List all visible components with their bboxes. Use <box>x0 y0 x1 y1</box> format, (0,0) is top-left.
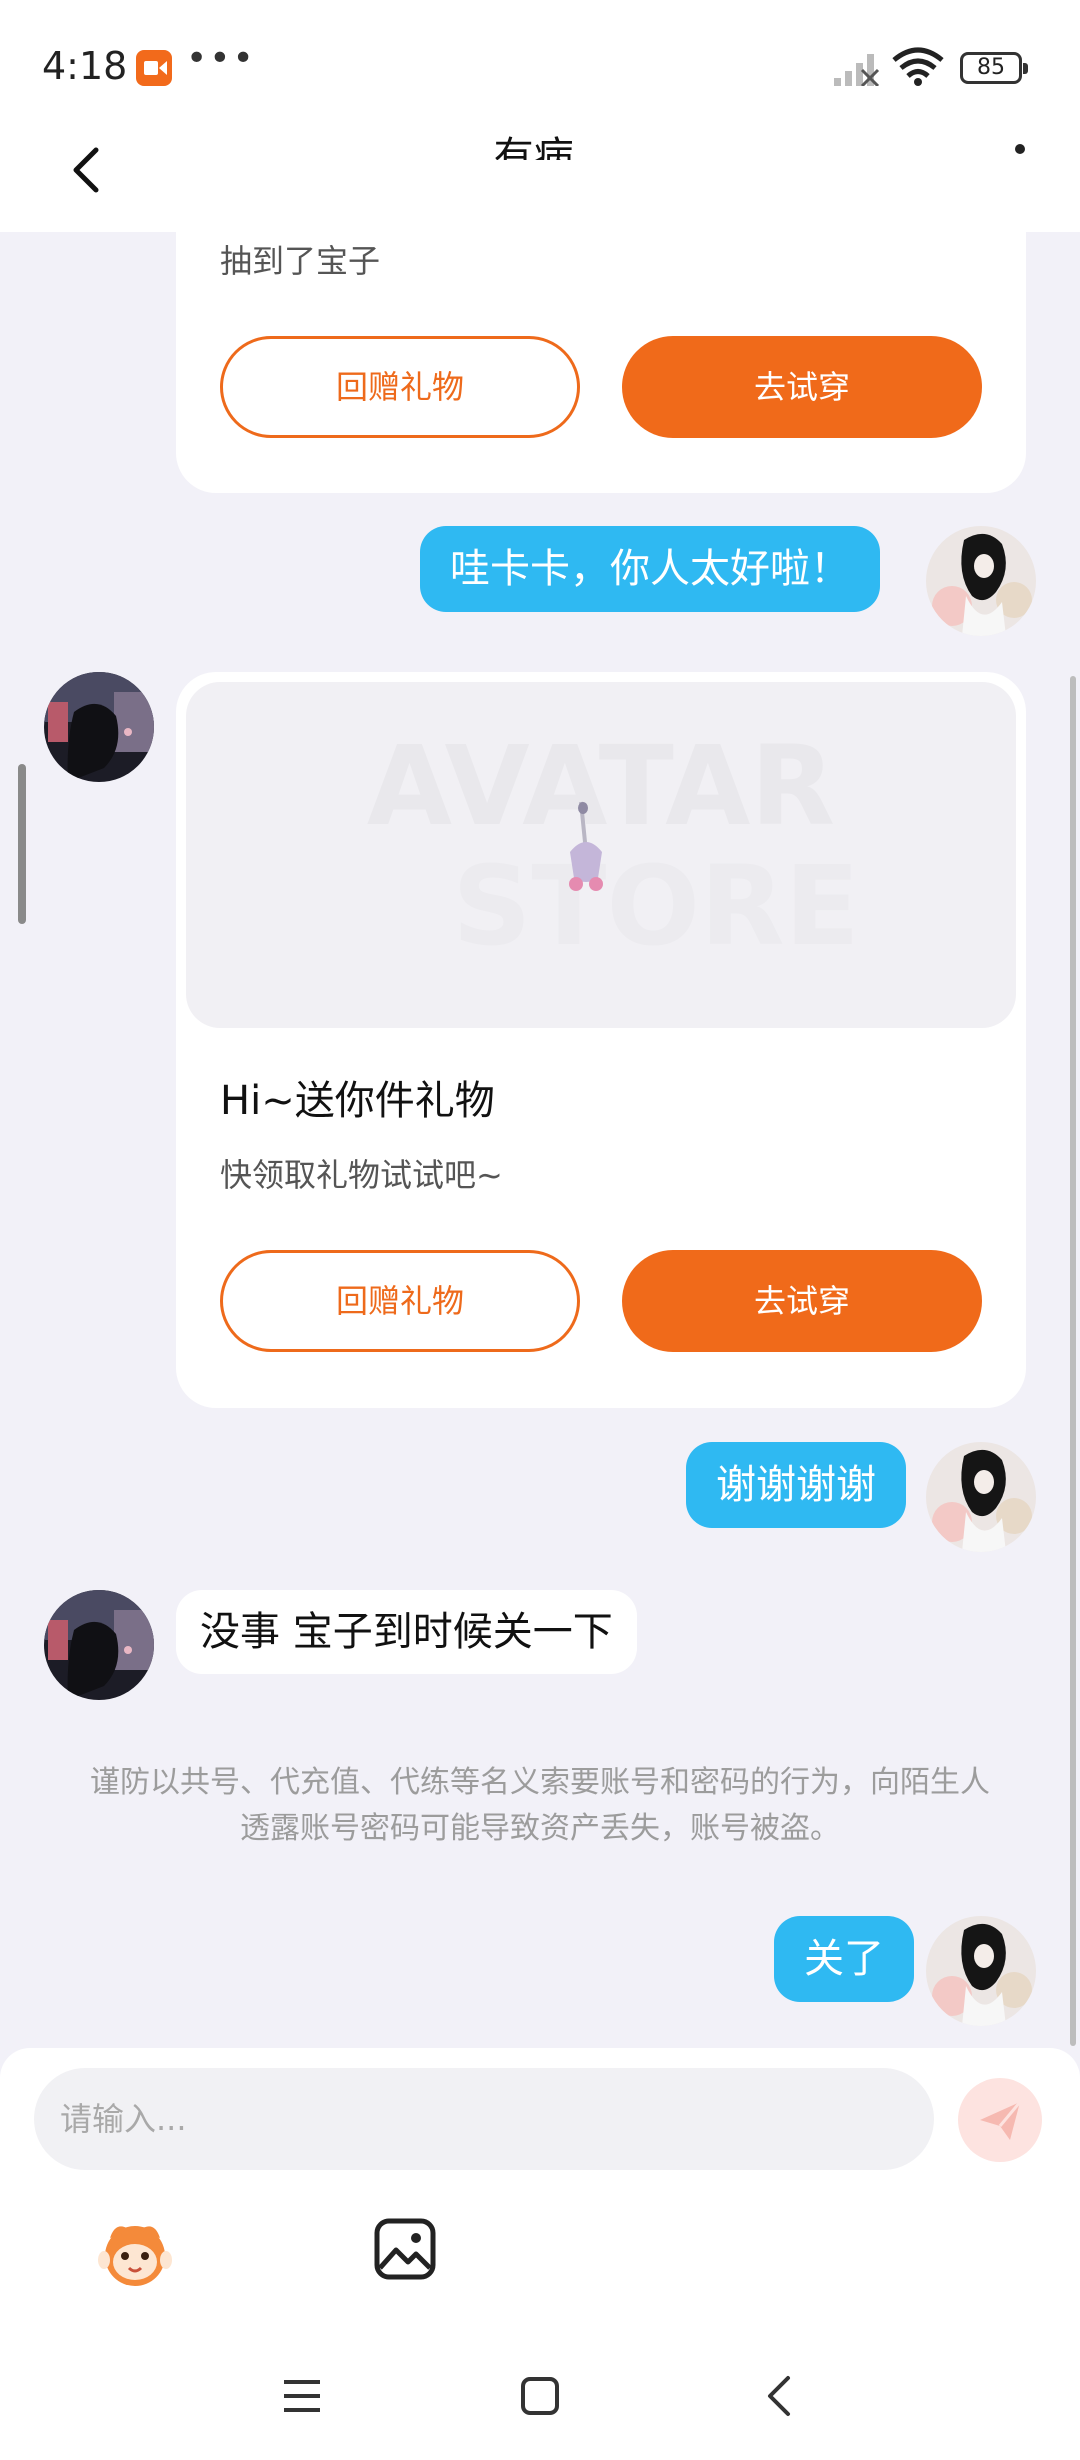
return-gift-button[interactable]: 回赠礼物 <box>220 1250 580 1352</box>
gift-image-watermark: AVATAR <box>367 722 835 850</box>
emoji-icon[interactable] <box>96 2216 174 2288</box>
message-bubble-theirs[interactable]: 没事 宝子到时候关一下 <box>176 1590 637 1674</box>
my-avatar[interactable] <box>926 1916 1036 2026</box>
contact-avatar-image <box>44 672 154 782</box>
send-button[interactable] <box>958 2078 1042 2162</box>
gift-title: Hi~送你件礼物 <box>220 1078 495 1124</box>
gift-card[interactable]: AVATAR STORE Hi~送你件礼物 快领取礼物试试吧~ 回赠礼物 去试穿 <box>176 672 1026 1408</box>
home-icon[interactable] <box>520 2376 560 2416</box>
try-on-button[interactable]: 去试穿 <box>622 1250 982 1352</box>
contact-avatar[interactable] <box>44 672 154 782</box>
my-avatar-image <box>926 1916 1036 2026</box>
try-on-button[interactable]: 去试穿 <box>622 336 982 438</box>
message-bubble-mine[interactable]: 关了 <box>774 1916 914 2002</box>
scrollbar[interactable] <box>1070 676 1076 2046</box>
wifi-icon <box>892 47 944 86</box>
return-gift-button[interactable]: 回赠礼物 <box>220 336 580 438</box>
gift-card: 抽到了宝子 回赠礼物 去试穿 <box>176 160 1026 493</box>
menu-icon[interactable] <box>280 2374 324 2418</box>
contact-avatar-image <box>44 1590 154 1700</box>
image-icon[interactable] <box>372 2216 438 2282</box>
my-avatar-image <box>926 526 1036 636</box>
signal-icon <box>834 54 880 86</box>
gift-subtext: 快领取礼物试试吧~ <box>220 1156 503 1194</box>
message-bubble-mine[interactable]: 哇卡卡，你人太好啦！ <box>420 526 880 612</box>
message-input[interactable] <box>34 2068 934 2170</box>
security-notice: 谨防以共号、代充值、代练等名义索要账号和密码的行为，向陌生人透露账号密码可能导致… <box>90 1765 990 1846</box>
gift-subtext: 抽到了宝子 <box>220 242 381 280</box>
status-more-dots: ••• <box>186 38 256 79</box>
my-avatar[interactable] <box>926 1442 1036 1552</box>
nav-back-icon[interactable] <box>762 2372 794 2420</box>
send-icon <box>980 2101 1022 2140</box>
gift-image: AVATAR STORE <box>186 682 1016 1028</box>
battery-icon: 85 <box>960 52 1028 84</box>
message-bubble-mine[interactable]: 谢谢谢谢 <box>686 1442 906 1528</box>
scroll-indicator-left <box>18 764 26 924</box>
contact-avatar[interactable] <box>44 1590 154 1700</box>
status-time: 4:18 <box>42 44 128 88</box>
my-avatar-image <box>926 1442 1036 1552</box>
my-avatar[interactable] <box>926 526 1036 636</box>
svg-text:STORE: STORE <box>452 842 860 970</box>
screen-record-icon <box>136 50 172 86</box>
